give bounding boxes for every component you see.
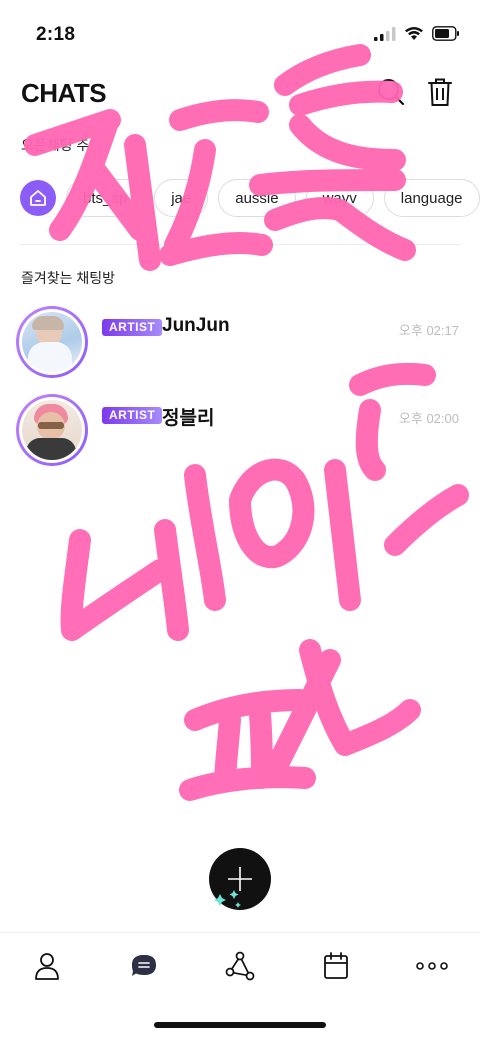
chat-bubble-icon xyxy=(132,955,156,976)
chip-row: bts_sp jae aussie wayv language xyxy=(20,178,480,218)
tab-connect[interactable] xyxy=(220,949,260,983)
signal-icon xyxy=(374,26,396,46)
home-icon xyxy=(30,190,46,206)
status-time: 2:18 xyxy=(36,24,76,45)
artist-badge: ARTIST xyxy=(102,407,163,424)
favorites-section-label: 즐겨찾는 채팅방 xyxy=(21,270,116,286)
chat-row-1[interactable]: ARTIST JunJun 오후 02:17 xyxy=(0,306,480,380)
status-bar: 2:18 xyxy=(0,0,480,70)
chip-wayv[interactable]: wayv xyxy=(305,179,374,217)
tab-chats[interactable] xyxy=(124,949,164,983)
tab-bar xyxy=(0,932,480,998)
status-icons xyxy=(374,26,460,46)
chat-name: JunJun xyxy=(162,315,230,336)
tab-more[interactable] xyxy=(412,949,452,983)
delete-button[interactable] xyxy=(422,74,458,110)
trash-icon xyxy=(428,78,452,106)
battery-icon xyxy=(432,26,460,46)
home-indicator xyxy=(154,1022,326,1028)
chip-language[interactable]: language xyxy=(383,179,480,217)
tab-profile[interactable] xyxy=(27,949,67,983)
open-chat-section-label: 오픈채팅 추 xyxy=(21,137,90,153)
wifi-icon xyxy=(404,26,424,46)
chat-row-2[interactable]: ARTIST 정블리 오후 02:00 xyxy=(0,394,480,468)
search-icon xyxy=(378,79,405,106)
chat-name: 정블리 xyxy=(162,408,215,429)
header: CHATS xyxy=(0,72,480,116)
artist-badge: ARTIST xyxy=(102,319,163,336)
search-button[interactable] xyxy=(373,74,409,110)
avatar xyxy=(16,394,88,466)
chat-time: 오후 02:17 xyxy=(398,323,459,338)
more-dots-icon xyxy=(416,962,448,970)
chat-time: 오후 02:00 xyxy=(398,411,459,426)
share-nodes-icon xyxy=(225,951,255,981)
tab-calendar[interactable] xyxy=(316,949,356,983)
chip-jae[interactable]: jae xyxy=(154,179,209,217)
calendar-icon xyxy=(324,952,348,979)
avatar xyxy=(16,306,88,378)
page-title: CHATS xyxy=(21,78,107,108)
home-chip[interactable] xyxy=(20,180,56,216)
person-icon xyxy=(35,953,59,980)
divider xyxy=(20,244,460,245)
sparkle-icon xyxy=(214,890,241,908)
chip-bts_sp[interactable]: bts_sp xyxy=(66,179,145,217)
chip-aussie[interactable]: aussie xyxy=(218,179,296,217)
